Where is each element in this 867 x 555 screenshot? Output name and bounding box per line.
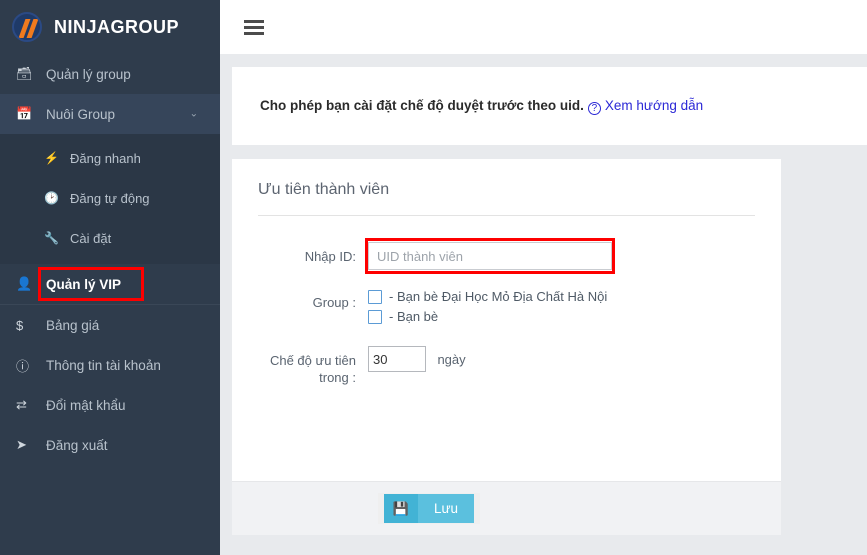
- panel-footer: 💾 Lưu: [232, 481, 781, 535]
- panel-title: Ưu tiên thành viên: [258, 181, 755, 216]
- sidebar-item-label: Đổi mật khẩu: [46, 397, 126, 413]
- group-checkbox-1[interactable]: [368, 310, 382, 324]
- sidebar-item-cai-dat[interactable]: 🔧 Cài đặt: [0, 218, 220, 258]
- user-plus-icon: 👤: [16, 276, 33, 291]
- panel-body: Ưu tiên thành viên Nhập ID: Group :: [232, 159, 781, 481]
- hamburger-icon[interactable]: [244, 19, 264, 35]
- sidebar-nav: 🗃 Quản lý group 📅 Nuôi Group ⌄ ⚡ Đăng nh…: [0, 54, 220, 465]
- alert-message: Cho phép bạn cài đặt chế độ duyệt trước …: [260, 97, 584, 113]
- sidebar-item-nuoi-group[interactable]: 📅 Nuôi Group ⌄: [0, 94, 220, 134]
- calendar-check-icon: 📅: [16, 106, 33, 121]
- clock-icon: 🕑: [44, 191, 59, 205]
- bolt-icon: ⚡: [44, 151, 59, 165]
- group-label: Group :: [312, 295, 356, 310]
- uid-input[interactable]: [368, 242, 612, 270]
- uid-input-wrap: [365, 238, 615, 274]
- refresh-icon: ⇄: [16, 397, 27, 412]
- sidebar: NINJAGROUP 🗃 Quản lý group 📅 Nuôi Group …: [0, 0, 220, 555]
- question-circle-icon: ?: [587, 101, 601, 115]
- sidebar-item-quan-ly-vip[interactable]: 👤 Quản lý VIP: [0, 264, 220, 304]
- chevron-down-icon[interactable]: ⌄: [190, 109, 198, 120]
- group-checkbox-0[interactable]: [368, 290, 382, 304]
- duration-unit-label: ngày: [437, 351, 466, 367]
- group-option-label: - Bạn bè Đại Học Mỏ Địa Chất Hà Nội: [389, 289, 608, 304]
- database-icon: 🗃: [16, 66, 33, 81]
- sign-out-icon: ➤: [16, 437, 27, 452]
- wrench-icon: 🔧: [44, 231, 59, 245]
- save-button-label: Lưu: [418, 494, 475, 523]
- group-option-row[interactable]: - Bạn bè Đại Học Mỏ Địa Chất Hà Nội: [368, 288, 755, 306]
- sidebar-item-quan-ly-group[interactable]: 🗃 Quản lý group: [0, 54, 220, 94]
- sidebar-subitem-label: Đăng tự động: [70, 190, 150, 206]
- app-root: NINJAGROUP 🗃 Quản lý group 📅 Nuôi Group …: [0, 0, 867, 555]
- field-row-duration: Chế độ ưu tiên trong : ngày: [258, 346, 755, 386]
- sidebar-item-label: Bảng giá: [46, 317, 100, 333]
- sidebar-item-label: Quản lý group: [46, 66, 131, 82]
- xem-huong-dan-link[interactable]: Xem hướng dẫn: [605, 98, 703, 113]
- main-content: Cho phép bạn cài đặt chế độ duyệt trước …: [220, 54, 867, 555]
- sidebar-item-label: Nuôi Group: [46, 106, 116, 122]
- sidebar-subitem-label: Đăng nhanh: [70, 150, 141, 166]
- group-option-label: - Bạn bè: [389, 309, 439, 324]
- duration-days-input[interactable]: [368, 346, 426, 372]
- sidebar-item-thong-tin-tai-khoan[interactable]: ⓘ Thông tin tài khoản: [0, 345, 220, 385]
- sidebar-item-label: Đăng xuất: [46, 437, 108, 453]
- field-row-uid: Nhập ID:: [258, 238, 755, 274]
- uu-tien-thanh-vien-panel: Ưu tiên thành viên Nhập ID: Group :: [232, 159, 781, 535]
- sidebar-item-bang-gia[interactable]: $ Bảng giá: [0, 305, 220, 345]
- group-option-row[interactable]: - Bạn bè: [368, 308, 755, 326]
- sidebar-item-dang-tu-dong[interactable]: 🕑 Đăng tự động: [0, 178, 220, 218]
- brand[interactable]: NINJAGROUP: [0, 0, 220, 54]
- sidebar-item-dang-nhanh[interactable]: ⚡ Đăng nhanh: [0, 138, 220, 178]
- sidebar-item-label: Thông tin tài khoản: [46, 357, 161, 373]
- sidebar-item-label: Quản lý VIP: [46, 276, 122, 292]
- ninja-logo-icon: [12, 12, 42, 42]
- brand-name: NINJAGROUP: [54, 16, 180, 37]
- field-row-group: Group : - Bạn bè Đại Học Mỏ Địa Chất Hà …: [258, 288, 755, 328]
- sidebar-item-doi-mat-khau[interactable]: ⇄ Đổi mật khẩu: [0, 385, 220, 425]
- dollar-icon: $: [16, 317, 24, 333]
- info-circle-icon: ⓘ: [16, 358, 30, 374]
- sidebar-item-dang-xuat[interactable]: ➤ Đăng xuất: [0, 425, 220, 465]
- form: Nhập ID: Group :: [258, 216, 755, 386]
- top-header: [220, 0, 867, 54]
- save-floppy-icon: 💾: [384, 494, 418, 523]
- uid-label: Nhập ID:: [304, 249, 356, 264]
- duration-label: Chế độ ưu tiên trong :: [269, 353, 356, 385]
- save-button[interactable]: 💾 Lưu: [378, 493, 481, 524]
- sidebar-subitem-label: Cài đặt: [70, 230, 112, 246]
- info-alert: Cho phép bạn cài đặt chế độ duyệt trước …: [232, 67, 867, 145]
- sidebar-submenu-nuoi-group: ⚡ Đăng nhanh 🕑 Đăng tự động 🔧 Cài đặt: [0, 134, 220, 264]
- alert-text-wrap: Cho phép bạn cài đặt chế độ duyệt trước …: [260, 98, 703, 115]
